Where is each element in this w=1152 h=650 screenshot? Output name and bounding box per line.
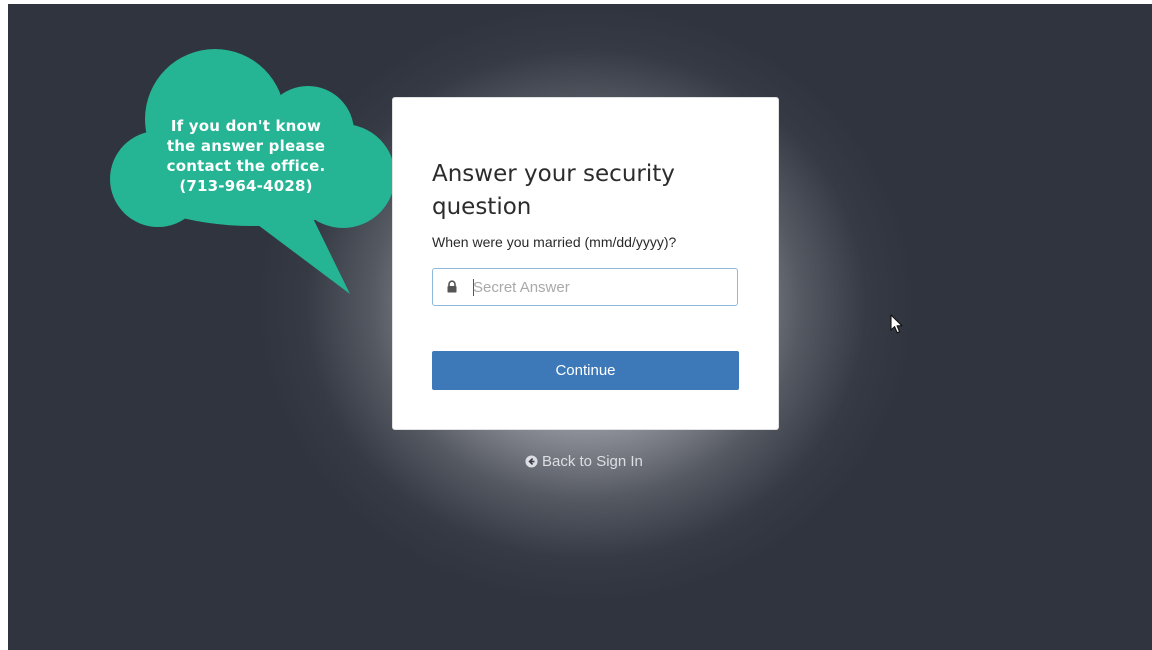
back-link-label: Back to Sign In	[542, 453, 643, 470]
secret-answer-field[interactable]	[432, 268, 738, 306]
callout-line: If you don't know	[170, 117, 322, 135]
continue-button[interactable]: Continue	[432, 351, 739, 390]
secret-answer-input[interactable]	[473, 269, 723, 305]
lock-icon	[447, 280, 457, 293]
back-to-sign-in-link[interactable]: Back to Sign In	[525, 453, 643, 470]
callout-line: contact the office.	[166, 157, 326, 175]
page-background: If you don't know the answer please cont…	[8, 4, 1152, 650]
page-title: Answer your security question	[432, 161, 675, 220]
security-question-card: Answer your security question When were …	[393, 98, 778, 429]
arrow-circle-left-icon	[525, 455, 538, 468]
security-question-label: When were you married (mm/dd/yyyy)?	[432, 234, 677, 250]
callout-text: If you don't know the answer please cont…	[146, 116, 346, 196]
callout-line: the answer please	[166, 137, 326, 155]
mouse-pointer-icon	[890, 314, 903, 334]
callout-phone: (713-964-4028)	[179, 177, 313, 195]
